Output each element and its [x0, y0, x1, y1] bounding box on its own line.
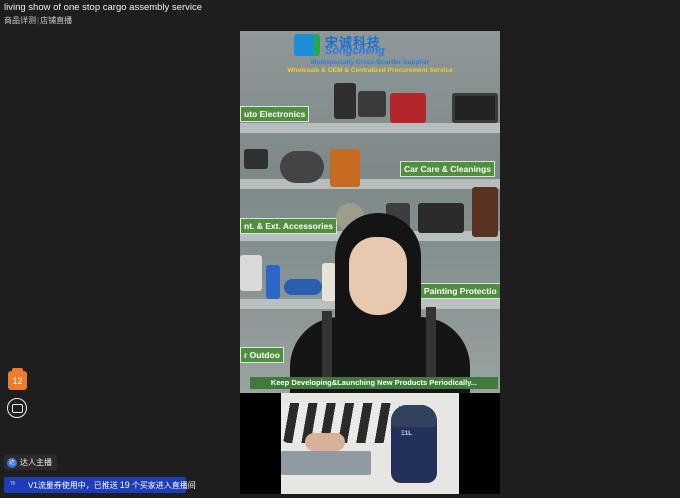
brand-name-en: Songcheng	[325, 45, 385, 57]
nav-separator: |	[37, 16, 40, 25]
shelf-strip	[240, 123, 500, 133]
tab-product-detail[interactable]: 商品详测	[4, 16, 36, 25]
ticket-icon: ᵀᴮ	[10, 482, 16, 488]
shelf-strip	[240, 179, 500, 189]
traffic-prefix: V1流量券使用中，已推送	[28, 481, 118, 490]
hand-image	[305, 433, 345, 451]
anchor-tag-label: 达人主播	[20, 458, 52, 467]
product-image	[334, 83, 356, 119]
robot-icon[interactable]	[7, 398, 27, 418]
product-demo-inset: Ξ1L	[281, 393, 459, 494]
anchor-tag[interactable]: 达达人主播	[4, 455, 57, 470]
banner-background: 宋诚科技 Songcheng Multispecialty Cross-Boar…	[240, 31, 500, 403]
overall-strap	[322, 311, 332, 381]
overall-strap	[426, 307, 436, 381]
product-image	[452, 93, 498, 123]
shelf-label-electronics: uto Electronics	[240, 106, 310, 122]
banner-footer: Keep Developing&Launching New Products P…	[250, 377, 498, 389]
logo-mark-icon	[294, 34, 320, 56]
traffic-suffix: 个买家进入直播间	[131, 481, 196, 490]
traffic-notice: ᵀᴮ V1流量券使用中，已推送 19 个买家进入直播间	[4, 477, 196, 493]
sub-nav: 商品详测|店铺直播	[4, 15, 72, 26]
product-image	[244, 149, 268, 169]
tab-store-live[interactable]: 店铺直播	[40, 16, 72, 25]
streamer-face	[349, 237, 407, 315]
product-image	[330, 149, 360, 187]
brand-logo: 宋诚科技 Songcheng	[294, 33, 444, 59]
letterbox-left	[240, 393, 281, 494]
banner-tagline-1: Multispecialty Cross-Boarder Supplier	[310, 59, 430, 66]
page-title: living show of one stop cargo assembly s…	[4, 2, 203, 13]
anchor-icon: 达	[7, 457, 17, 468]
live-video[interactable]: 宋诚科技 Songcheng Multispecialty Cross-Boar…	[240, 31, 500, 494]
letterbox-right	[459, 393, 500, 494]
product-image	[280, 151, 324, 183]
product-image	[390, 93, 426, 123]
banner-tagline-2: Wholesale & OEM & Centralized Procuremen…	[287, 67, 453, 74]
bag-icon[interactable]: 12	[8, 368, 27, 390]
device-label: Ξ1L	[401, 431, 412, 437]
traffic-count: 19	[119, 480, 130, 490]
product-image	[358, 91, 386, 117]
device-cap	[391, 405, 437, 427]
laptop-image	[281, 451, 371, 475]
traffic-text: V1流量券使用中，已推送 19 个买家进入直播间	[28, 477, 196, 494]
shelf-label-car-care: Car Care & Cleanings	[400, 161, 495, 177]
